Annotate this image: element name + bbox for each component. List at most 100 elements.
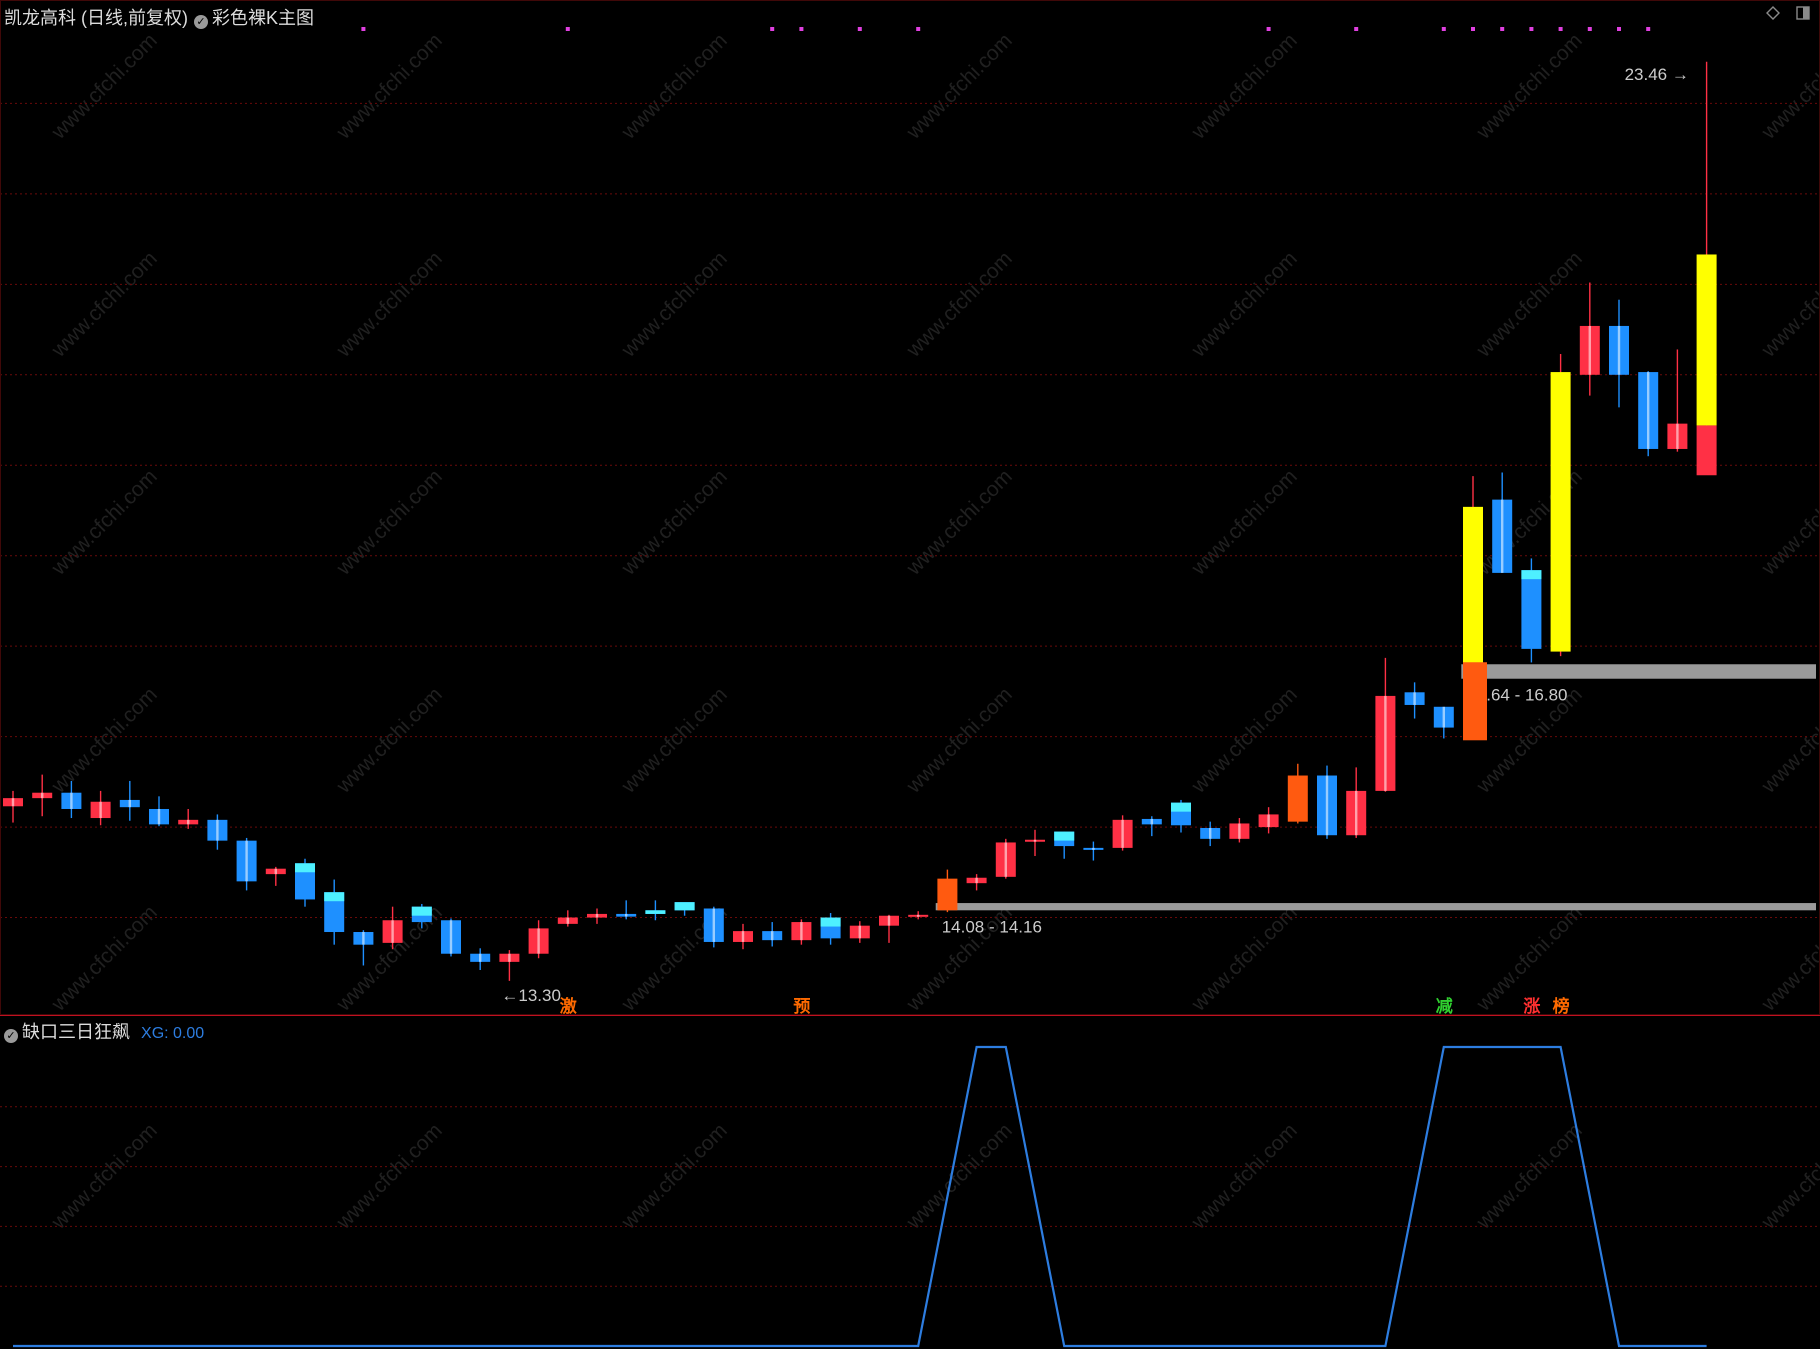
candle-highlight (1238, 823, 1241, 839)
signal-dot (1587, 27, 1592, 31)
watermark-text: www.cfchi.com (617, 247, 732, 362)
signal-dot (770, 27, 775, 31)
window-toggle-icon[interactable] (1796, 6, 1810, 20)
watermark-text: www.cfchi.com (332, 1119, 447, 1234)
candle-highlight (712, 908, 715, 942)
watermark-text: www.cfchi.com (47, 901, 162, 1016)
candle-highlight (1501, 499, 1504, 573)
candle-highlight (1033, 839, 1037, 842)
watermark-text: www.cfchi.com (1757, 247, 1820, 362)
signal-dot (857, 27, 862, 31)
diamond-icon[interactable] (1766, 6, 1780, 20)
xg-line-layer (13, 1045, 1707, 1348)
watermark-text: www.cfchi.com (332, 247, 447, 362)
stock-title[interactable]: 凯龙高科 (日线,前复权) (4, 8, 188, 28)
watermark-text: www.cfchi.com (1187, 247, 1302, 362)
candle-cap (411, 906, 432, 916)
candle-highlight (887, 915, 891, 926)
candle-cap (645, 910, 666, 914)
candle-highlight (449, 920, 453, 954)
sub-indicator-settings-icon[interactable]: ✓ (4, 1029, 18, 1043)
candle-highlight (1004, 842, 1007, 877)
watermark-text: www.cfchi.com (1757, 901, 1820, 1016)
watermark-text: www.cfchi.com (1187, 683, 1302, 798)
candle-highlight (800, 922, 803, 941)
candle-highlight (625, 913, 628, 917)
watermark-text: www.cfchi.com (1187, 1119, 1302, 1234)
xg-value: XG: 0.00 (141, 1025, 205, 1042)
candle-highlight (741, 931, 745, 942)
candle-highlight (70, 792, 73, 809)
candle-highlight (362, 932, 365, 945)
gap-band (935, 903, 1816, 911)
candle-highlight (157, 808, 161, 825)
candle-cap (324, 892, 345, 902)
candle-cap (1521, 570, 1542, 580)
signal-dot (1354, 27, 1359, 31)
candle-cap (1171, 802, 1191, 812)
candle-body (1696, 254, 1717, 426)
watermark-text: www.cfchi.com (1187, 29, 1302, 144)
candle-body (937, 878, 958, 911)
main-indicator-name[interactable]: 彩色裸K主图 (212, 8, 314, 28)
watermark-text: www.cfchi.com (1757, 465, 1820, 580)
sub-indicator-name[interactable]: 缺口三日狂飙 (22, 1022, 130, 1042)
signal-dot (1617, 27, 1621, 31)
candle-lower-segment (1696, 425, 1717, 476)
candles-layer (3, 61, 1717, 981)
watermark-text: www.cfchi.com (617, 465, 732, 580)
candle-highlight (917, 914, 920, 917)
signal-dot (361, 27, 366, 31)
watermark-text: www.cfchi.com (47, 683, 162, 798)
signal-dots-layer (361, 27, 1651, 31)
candle-body (1550, 372, 1571, 652)
candle-highlight (537, 928, 540, 954)
xg-series-line (13, 1045, 1707, 1348)
watermark-text: www.cfchi.com (1757, 29, 1820, 144)
candle-highlight (1676, 423, 1679, 449)
watermark-text: www.cfchi.com (902, 465, 1017, 580)
candle-cap (820, 917, 841, 927)
grid-layer (0, 0, 1820, 1287)
watermark-text: www.cfchi.com (1472, 247, 1587, 362)
indicator-settings-icon[interactable]: ✓ (194, 15, 208, 29)
watermark-text: www.cfchi.com (617, 29, 732, 144)
candle-body (1521, 570, 1542, 649)
watermark-text: www.cfchi.com (332, 465, 447, 580)
candle-highlight (566, 917, 569, 924)
watermark-text: www.cfchi.com (1187, 901, 1302, 1016)
candle-highlight (1150, 818, 1153, 825)
candle-highlight (479, 953, 482, 962)
candle-highlight (99, 801, 102, 819)
watermark-text: www.cfchi.com (1472, 29, 1587, 144)
signal-dot (1646, 27, 1651, 31)
watermark-text: www.cfchi.com (1472, 1119, 1587, 1234)
candle-highlight (216, 819, 219, 841)
watermark-text: www.cfchi.com (332, 29, 447, 144)
candle-highlight (975, 877, 978, 884)
candle-highlight (508, 953, 511, 962)
candle-highlight (771, 931, 774, 941)
signal-yu: 预 (793, 997, 811, 1016)
signal-dot (1558, 27, 1563, 31)
candle-highlight (274, 868, 277, 875)
candle-highlight (1413, 692, 1416, 705)
watermark-text: www.cfchi.com (902, 683, 1017, 798)
low-price-label: ←13.30 (501, 986, 561, 1005)
candle-highlight (1647, 372, 1650, 449)
candle-highlight (1588, 325, 1591, 375)
watermark-text: www.cfchi.com (47, 465, 162, 580)
signal-dot (1500, 27, 1505, 31)
signal-ji: 激 (559, 997, 577, 1016)
candle-highlight (1442, 706, 1445, 728)
candle-highlight (128, 799, 131, 808)
candle-highlight (1267, 814, 1270, 828)
watermark-text: www.cfchi.com (1757, 683, 1820, 798)
candle-highlight (391, 920, 394, 943)
candle-highlight (1092, 847, 1095, 850)
candle-highlight (858, 925, 861, 939)
watermark-text: www.cfchi.com (47, 1119, 162, 1234)
candle-highlight (1121, 819, 1124, 848)
signal-dot (1529, 27, 1534, 31)
watermark-text: www.cfchi.com (1187, 465, 1302, 580)
